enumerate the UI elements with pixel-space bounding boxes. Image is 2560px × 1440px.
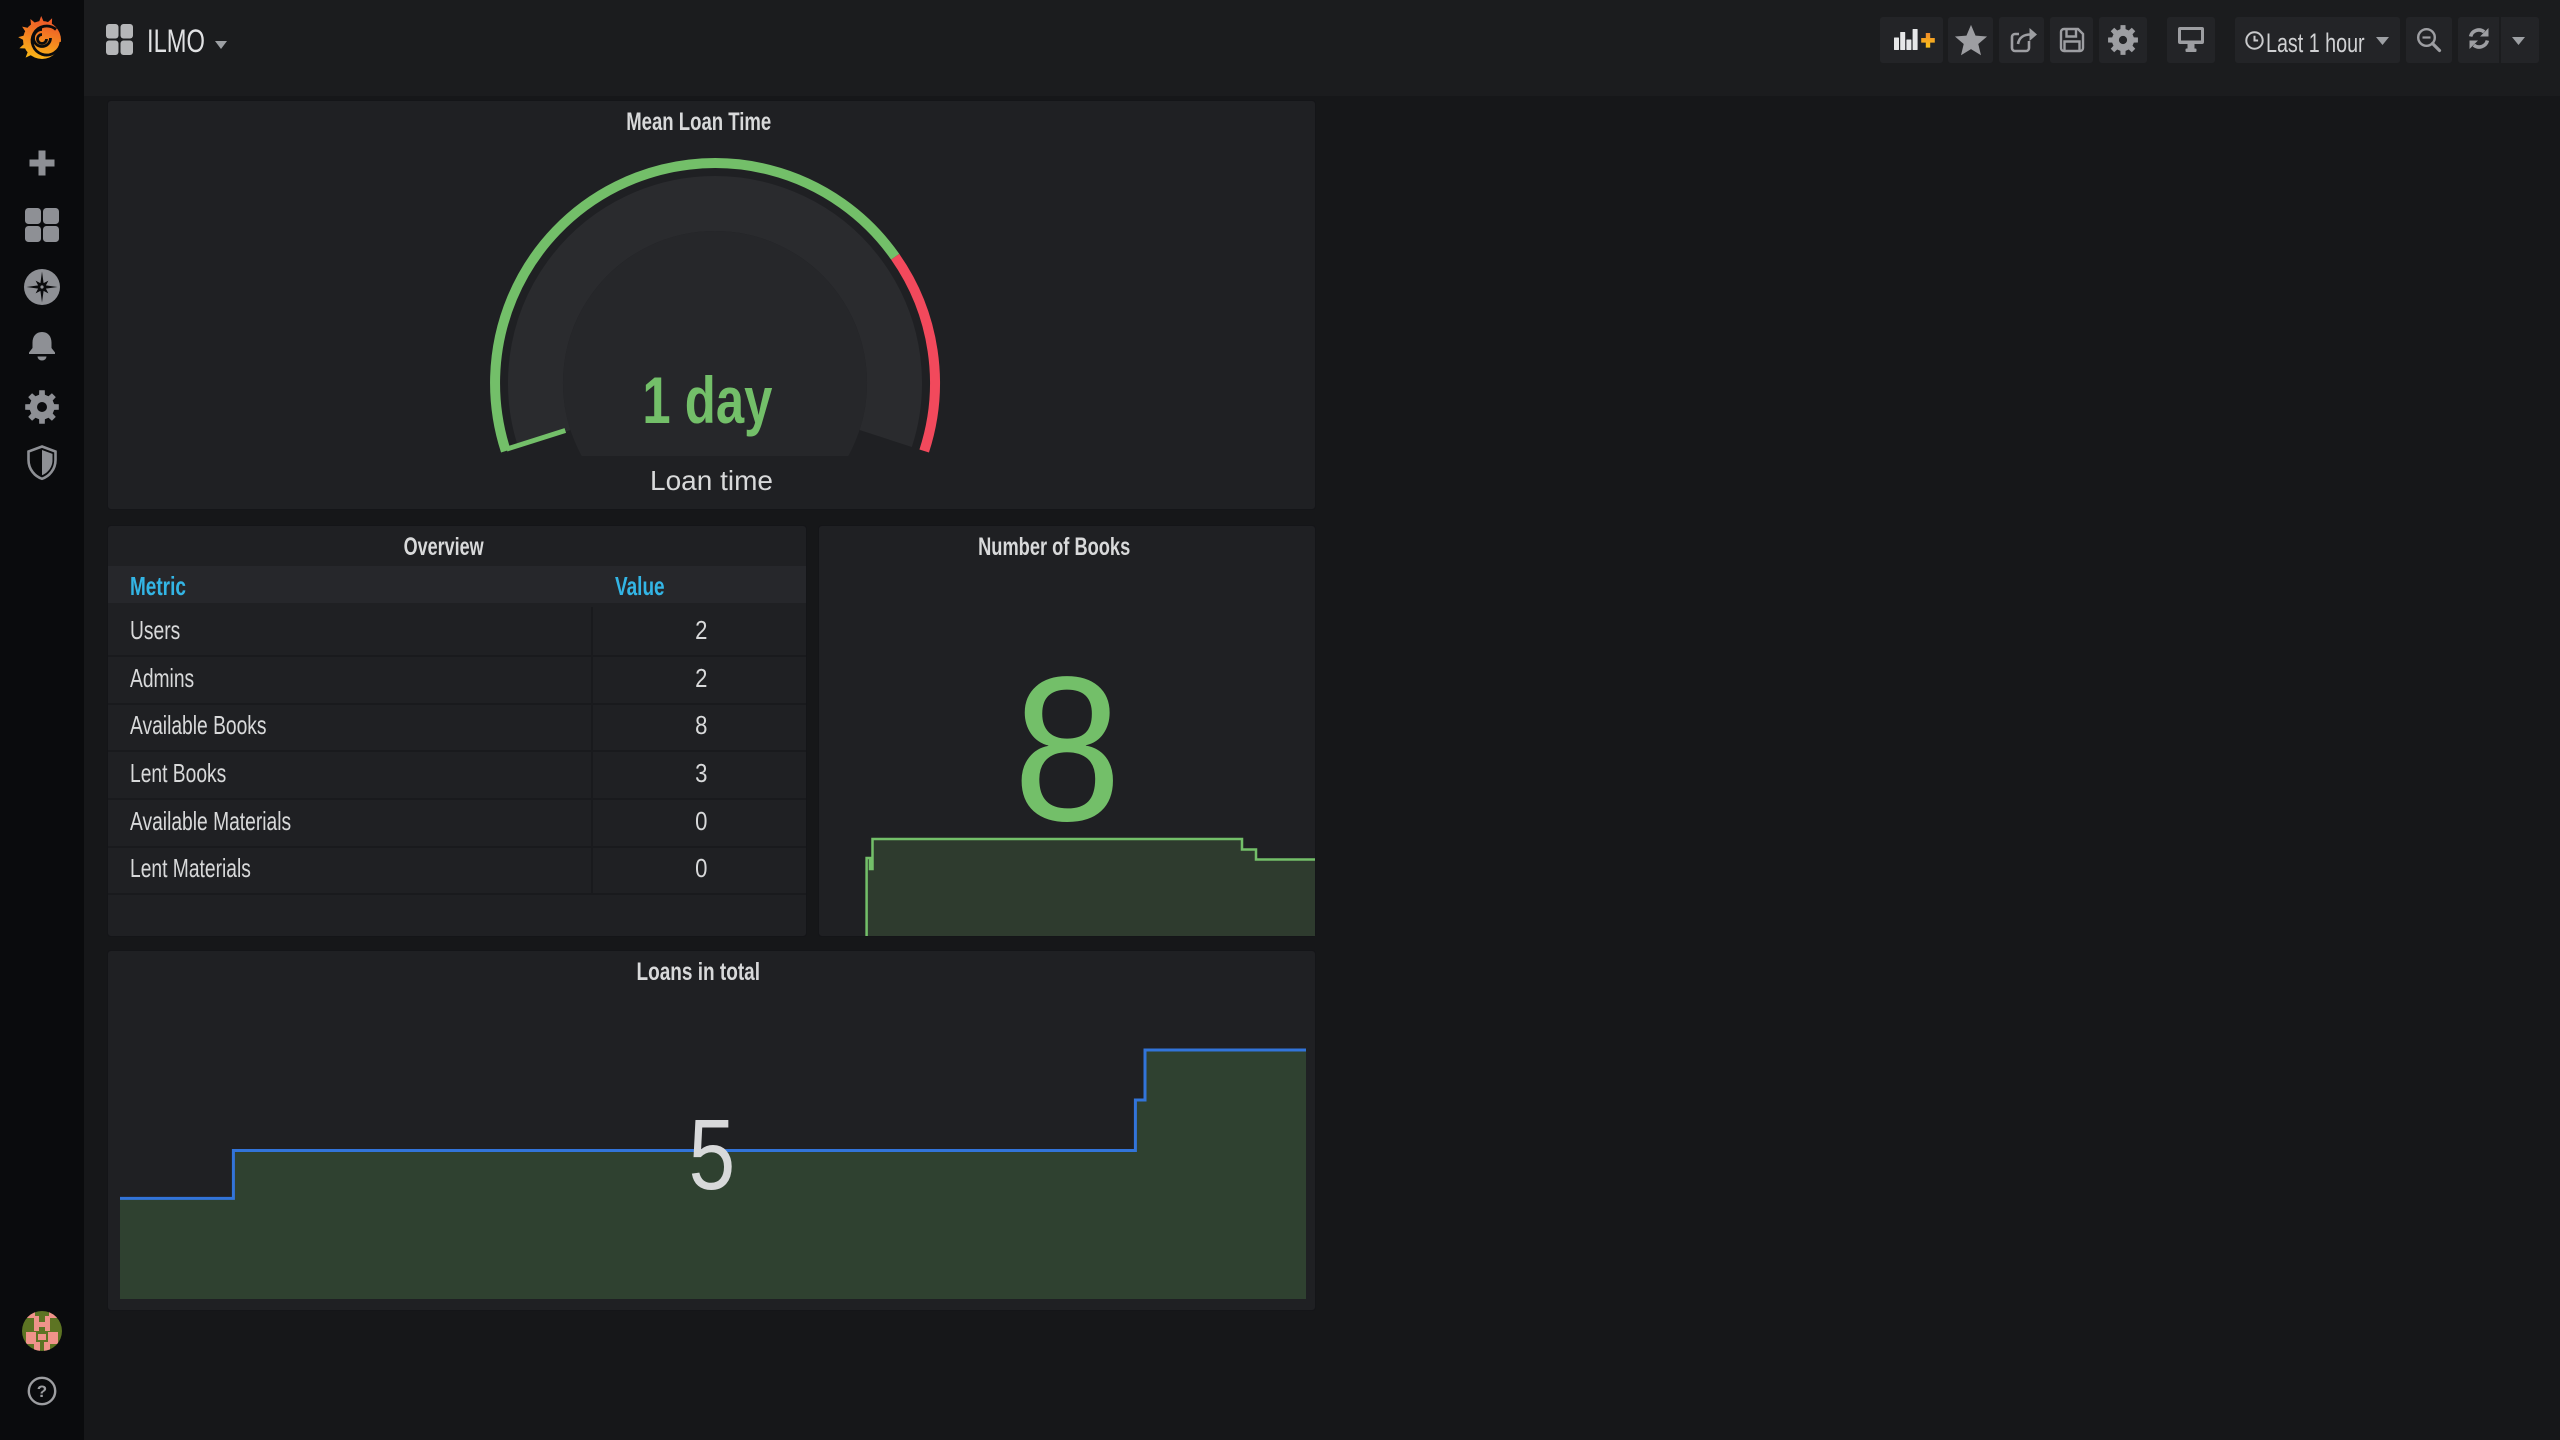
svg-text:?: ? xyxy=(37,1382,47,1401)
